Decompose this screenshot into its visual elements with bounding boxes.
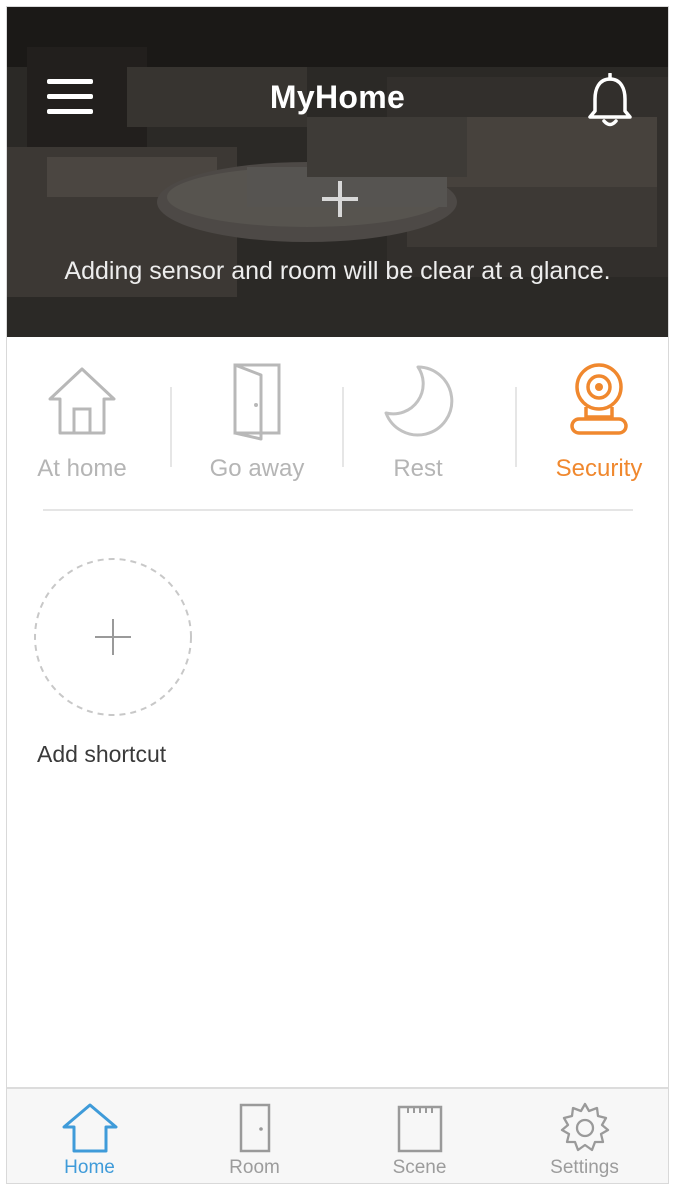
mode-label: Rest xyxy=(393,455,443,482)
tab-scene[interactable]: Scene xyxy=(337,1089,502,1183)
header-message: Adding sensor and room will be clear at … xyxy=(64,257,611,285)
mode-at-home[interactable]: At home xyxy=(7,337,157,507)
mode-label: Go away xyxy=(209,455,305,482)
scene-mode-bar: At home Go away Rest Security xyxy=(7,337,668,509)
tab-settings[interactable]: Settings xyxy=(502,1089,667,1183)
bottom-tab-bar: Home Room Scene Settings xyxy=(7,1087,668,1183)
mode-rest[interactable]: Rest xyxy=(343,337,493,507)
tab-home[interactable]: Home xyxy=(7,1089,172,1183)
camera-icon xyxy=(570,363,628,435)
mode-label: At home xyxy=(37,455,127,482)
dashed-circle xyxy=(34,558,192,716)
plus-icon xyxy=(322,181,358,217)
mode-label: Security xyxy=(555,455,643,482)
divider xyxy=(170,387,172,467)
page-title: MyHome xyxy=(269,79,406,115)
notifications-button[interactable] xyxy=(585,72,635,129)
tab-label: Room xyxy=(229,1157,280,1178)
scene-icon xyxy=(397,1105,442,1153)
bell-icon xyxy=(588,72,632,127)
header-banner: MyHome Adding sensor and room will be cl… xyxy=(7,7,668,337)
door-icon xyxy=(233,363,281,441)
tab-label: Settings xyxy=(550,1157,619,1178)
add-shortcut-label: Add shortcut xyxy=(37,741,167,767)
mode-go-away[interactable]: Go away xyxy=(182,337,332,507)
door-icon xyxy=(239,1103,270,1153)
house-icon xyxy=(48,367,116,435)
plus-icon xyxy=(95,619,131,655)
divider xyxy=(43,509,633,511)
app-screen: MyHome Adding sensor and room will be cl… xyxy=(6,6,669,1184)
add-shortcut-button[interactable] xyxy=(33,557,193,717)
mode-security[interactable]: Security xyxy=(524,337,668,507)
add-sensor-button[interactable] xyxy=(312,171,368,227)
tab-label: Home xyxy=(64,1157,115,1178)
divider xyxy=(515,387,517,467)
home-icon xyxy=(62,1103,117,1153)
moon-icon xyxy=(384,365,454,437)
gear-icon xyxy=(560,1102,609,1152)
tab-label: Scene xyxy=(392,1157,447,1178)
tab-room[interactable]: Room xyxy=(172,1089,337,1183)
